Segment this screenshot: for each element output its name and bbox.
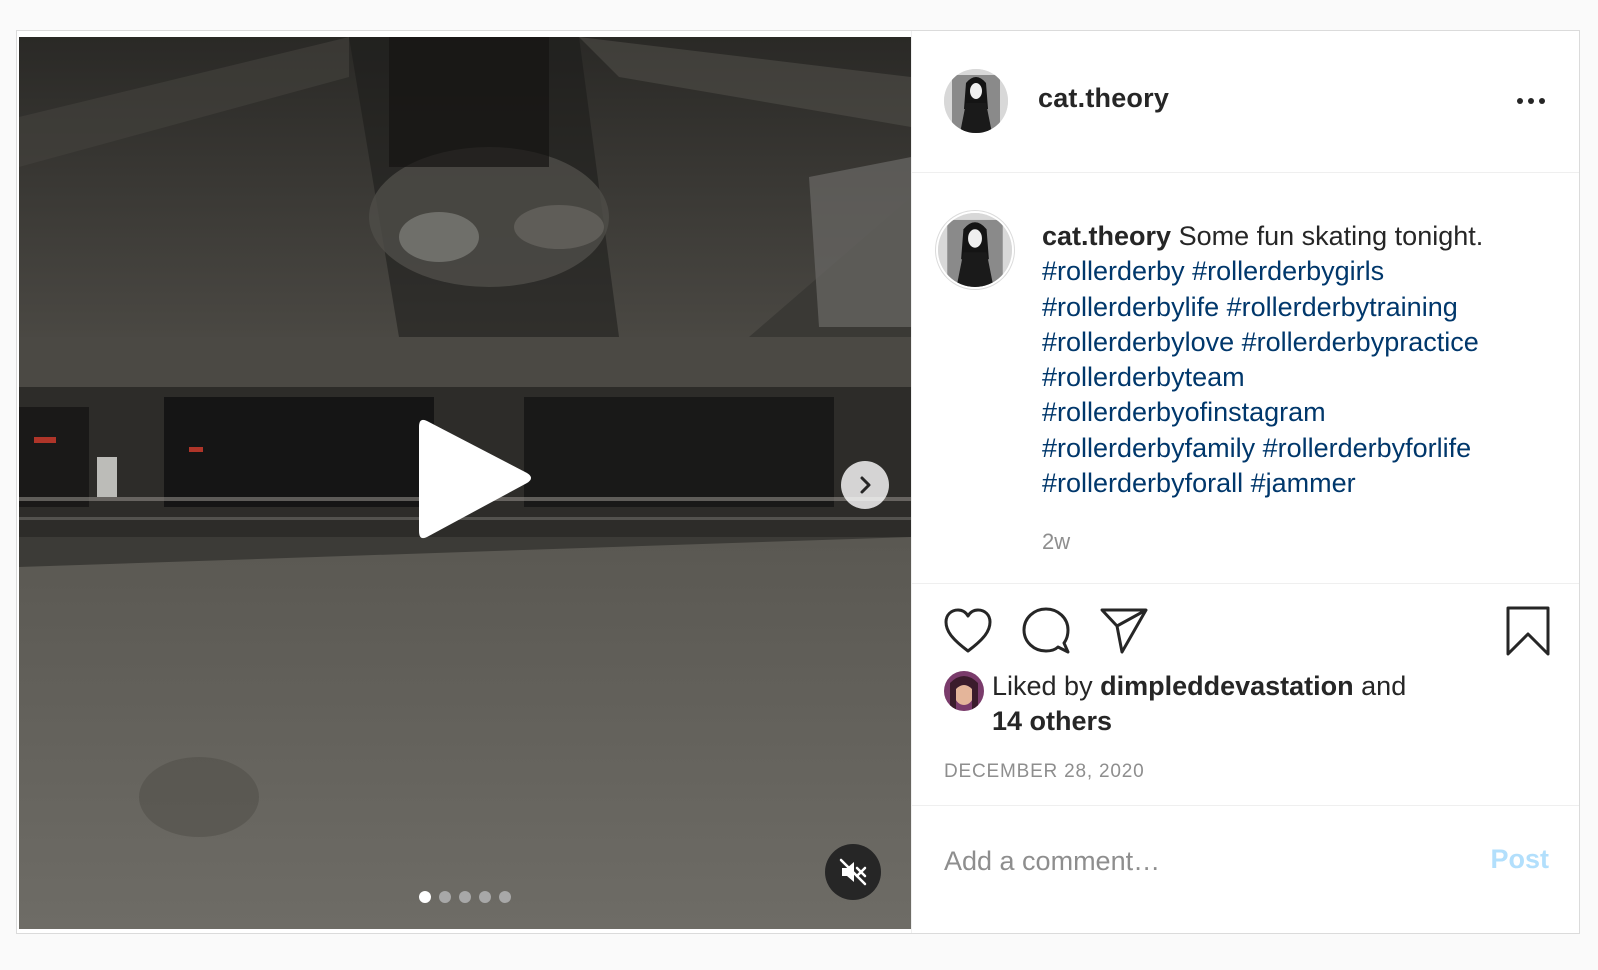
caption-username[interactable]: cat.theory [1042, 221, 1171, 251]
caption-section: cat.theory Some fun skating tonight. #ro… [912, 173, 1579, 584]
hashtag[interactable]: #rollerderbylove [1042, 327, 1234, 357]
likes-summary: Liked by dimpleddevastation and 14 other… [992, 669, 1406, 740]
carousel-dot [419, 891, 431, 903]
hashtag[interactable]: #rollerderbylife [1042, 292, 1219, 322]
carousel-dot [459, 891, 471, 903]
comment-input[interactable] [944, 836, 1424, 886]
post-header: cat.theory [912, 31, 1579, 173]
bookmark-icon[interactable] [1505, 605, 1551, 662]
heart-icon[interactable] [942, 605, 994, 662]
action-bar [912, 605, 1579, 665]
avatar[interactable] [944, 671, 984, 711]
hashtag[interactable]: #rollerderbyforlife [1263, 433, 1472, 463]
caption-text: Some fun skating tonight. [1178, 221, 1484, 251]
likes-connector: and [1361, 671, 1407, 701]
carousel-dot [439, 891, 451, 903]
carousel-dot [499, 891, 511, 903]
hashtag[interactable]: #jammer [1251, 468, 1356, 498]
post-video[interactable] [19, 37, 911, 929]
play-icon[interactable] [409, 413, 539, 543]
hashtag[interactable]: #rollerderby [1042, 256, 1185, 286]
share-icon[interactable] [1098, 605, 1150, 662]
hashtag[interactable]: #rollerderbyofinstagram [1042, 397, 1326, 427]
hashtag[interactable]: #rollerderbypractice [1242, 327, 1479, 357]
carousel-indicator [19, 891, 911, 903]
more-icon[interactable] [1513, 87, 1549, 115]
instagram-post: cat.theory cat.theory Some fun skating t… [16, 30, 1580, 934]
caption-timestamp[interactable]: 2w [1042, 529, 1070, 555]
liked-by-user[interactable]: dimpleddevastation [1100, 671, 1354, 701]
hashtag[interactable]: #rollerderbyteam [1042, 362, 1245, 392]
avatar[interactable] [938, 213, 1012, 287]
comment-form: Post [912, 805, 1579, 933]
likes-others[interactable]: 14 others [992, 706, 1112, 736]
likes-prefix: Liked by [992, 671, 1093, 701]
post-sidebar: cat.theory cat.theory Some fun skating t… [911, 31, 1579, 933]
comment-icon[interactable] [1020, 605, 1072, 662]
hashtag[interactable]: #rollerderbygirls [1192, 256, 1384, 286]
hashtag[interactable]: #rollerderbytraining [1227, 292, 1458, 322]
hashtag[interactable]: #rollerderbyfamily [1042, 433, 1255, 463]
post-comment-button[interactable]: Post [1490, 844, 1549, 875]
carousel-dot [479, 891, 491, 903]
chevron-right-icon[interactable] [841, 461, 889, 509]
post-username[interactable]: cat.theory [1038, 83, 1169, 114]
hashtag[interactable]: #rollerderbyforall [1042, 468, 1243, 498]
post-date[interactable]: DECEMBER 28, 2020 [944, 761, 1145, 783]
avatar[interactable] [944, 69, 1008, 133]
post-caption: cat.theory Some fun skating tonight. #ro… [1042, 219, 1542, 501]
